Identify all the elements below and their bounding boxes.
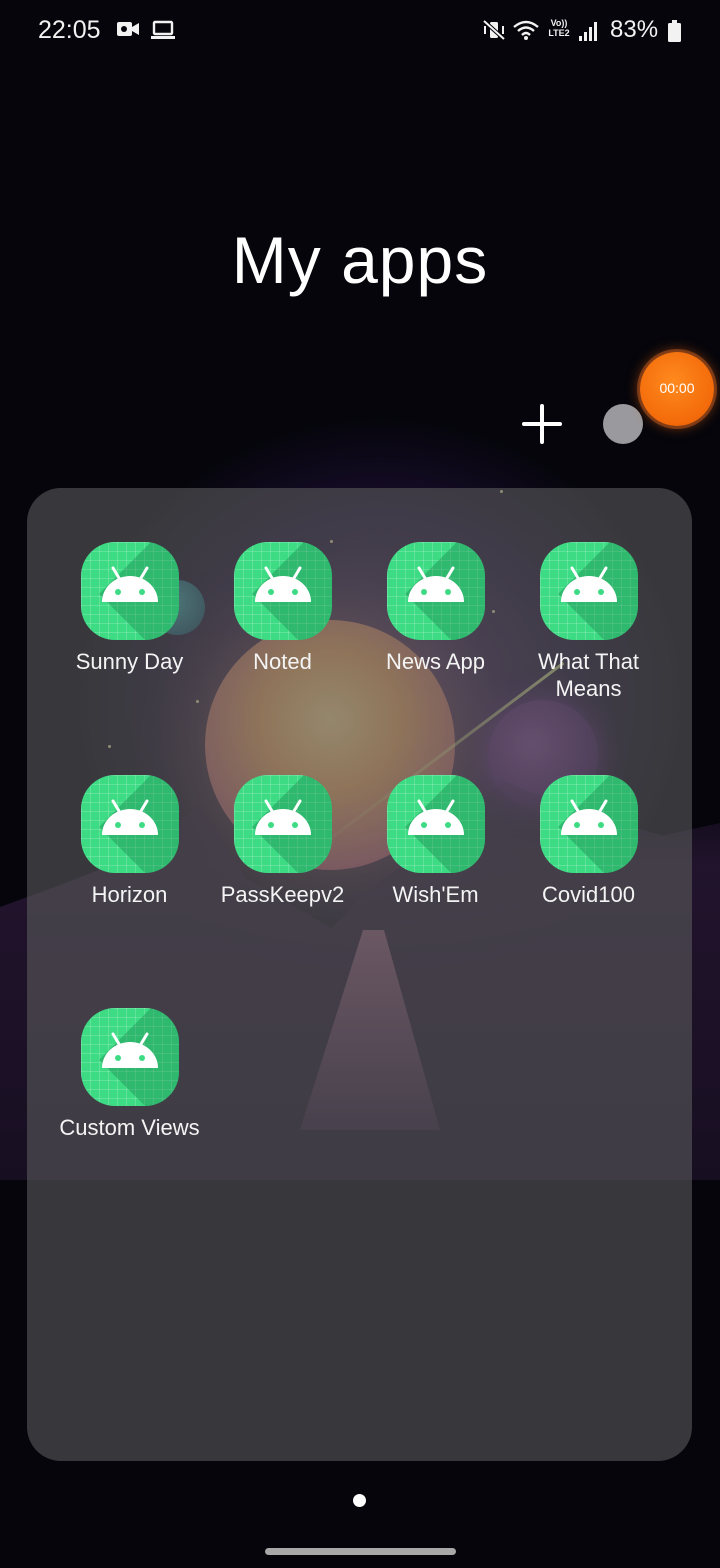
volte-label-top: Vo)): [550, 18, 568, 28]
battery-percentage: 83%: [610, 16, 659, 43]
android-robot-icon: [81, 1008, 179, 1106]
video-camera-icon: [117, 22, 139, 36]
app-shortcut[interactable]: Custom Views: [53, 1008, 206, 1208]
folder-panel: Sunny Day Noted News App What That Means Hor…: [27, 488, 692, 1461]
app-shortcut[interactable]: Wish'Em: [359, 775, 512, 975]
app-label: Sunny Day: [75, 649, 184, 674]
app-shortcut[interactable]: What That Means: [512, 542, 665, 742]
app-shortcut[interactable]: Horizon: [53, 775, 206, 975]
app-label: Horizon: [91, 882, 168, 907]
folder-title[interactable]: My apps: [0, 222, 720, 298]
app-shortcut[interactable]: Noted: [206, 542, 359, 742]
android-robot-icon: [81, 775, 179, 873]
status-bar: 22:05 Vo)) LTE2 83%: [0, 0, 720, 62]
volte-label-bottom: LTE2: [548, 28, 570, 38]
app-shortcut[interactable]: Covid100: [512, 775, 665, 975]
folder-color-button[interactable]: [603, 404, 643, 444]
signal-strength-icon: [579, 22, 597, 41]
app-shortcut[interactable]: PassKeepv2: [206, 775, 359, 975]
battery-icon: [668, 20, 681, 42]
app-label: News App: [385, 649, 486, 674]
app-label: Covid100: [542, 882, 635, 907]
android-robot-icon: [387, 775, 485, 873]
app-label: What That Means: [537, 649, 640, 701]
wifi-icon: [513, 20, 539, 40]
status-time: 22:05: [38, 16, 101, 44]
app-label: Noted: [253, 649, 312, 674]
android-robot-icon: [81, 542, 179, 640]
android-robot-icon: [540, 542, 638, 640]
screen-recorder-bubble[interactable]: 00:00: [640, 352, 714, 426]
gesture-navigation-bar[interactable]: [265, 1548, 456, 1555]
app-label: Wish'Em: [392, 882, 479, 907]
laptop-icon: [151, 20, 175, 39]
add-apps-button[interactable]: [516, 398, 568, 450]
page-indicator-dot: [353, 1494, 366, 1507]
app-label: Custom Views: [59, 1115, 200, 1140]
android-robot-icon: [234, 775, 332, 873]
android-robot-icon: [387, 542, 485, 640]
app-shortcut[interactable]: Sunny Day: [53, 542, 206, 742]
android-robot-icon: [234, 542, 332, 640]
app-shortcut[interactable]: News App: [359, 542, 512, 742]
app-label: PassKeepv2: [220, 882, 345, 907]
recorder-timer: 00:00: [659, 380, 695, 396]
android-robot-icon: [540, 775, 638, 873]
volte-indicator: Vo)) LTE2: [544, 18, 574, 38]
vibrate-mute-icon: [482, 19, 506, 41]
